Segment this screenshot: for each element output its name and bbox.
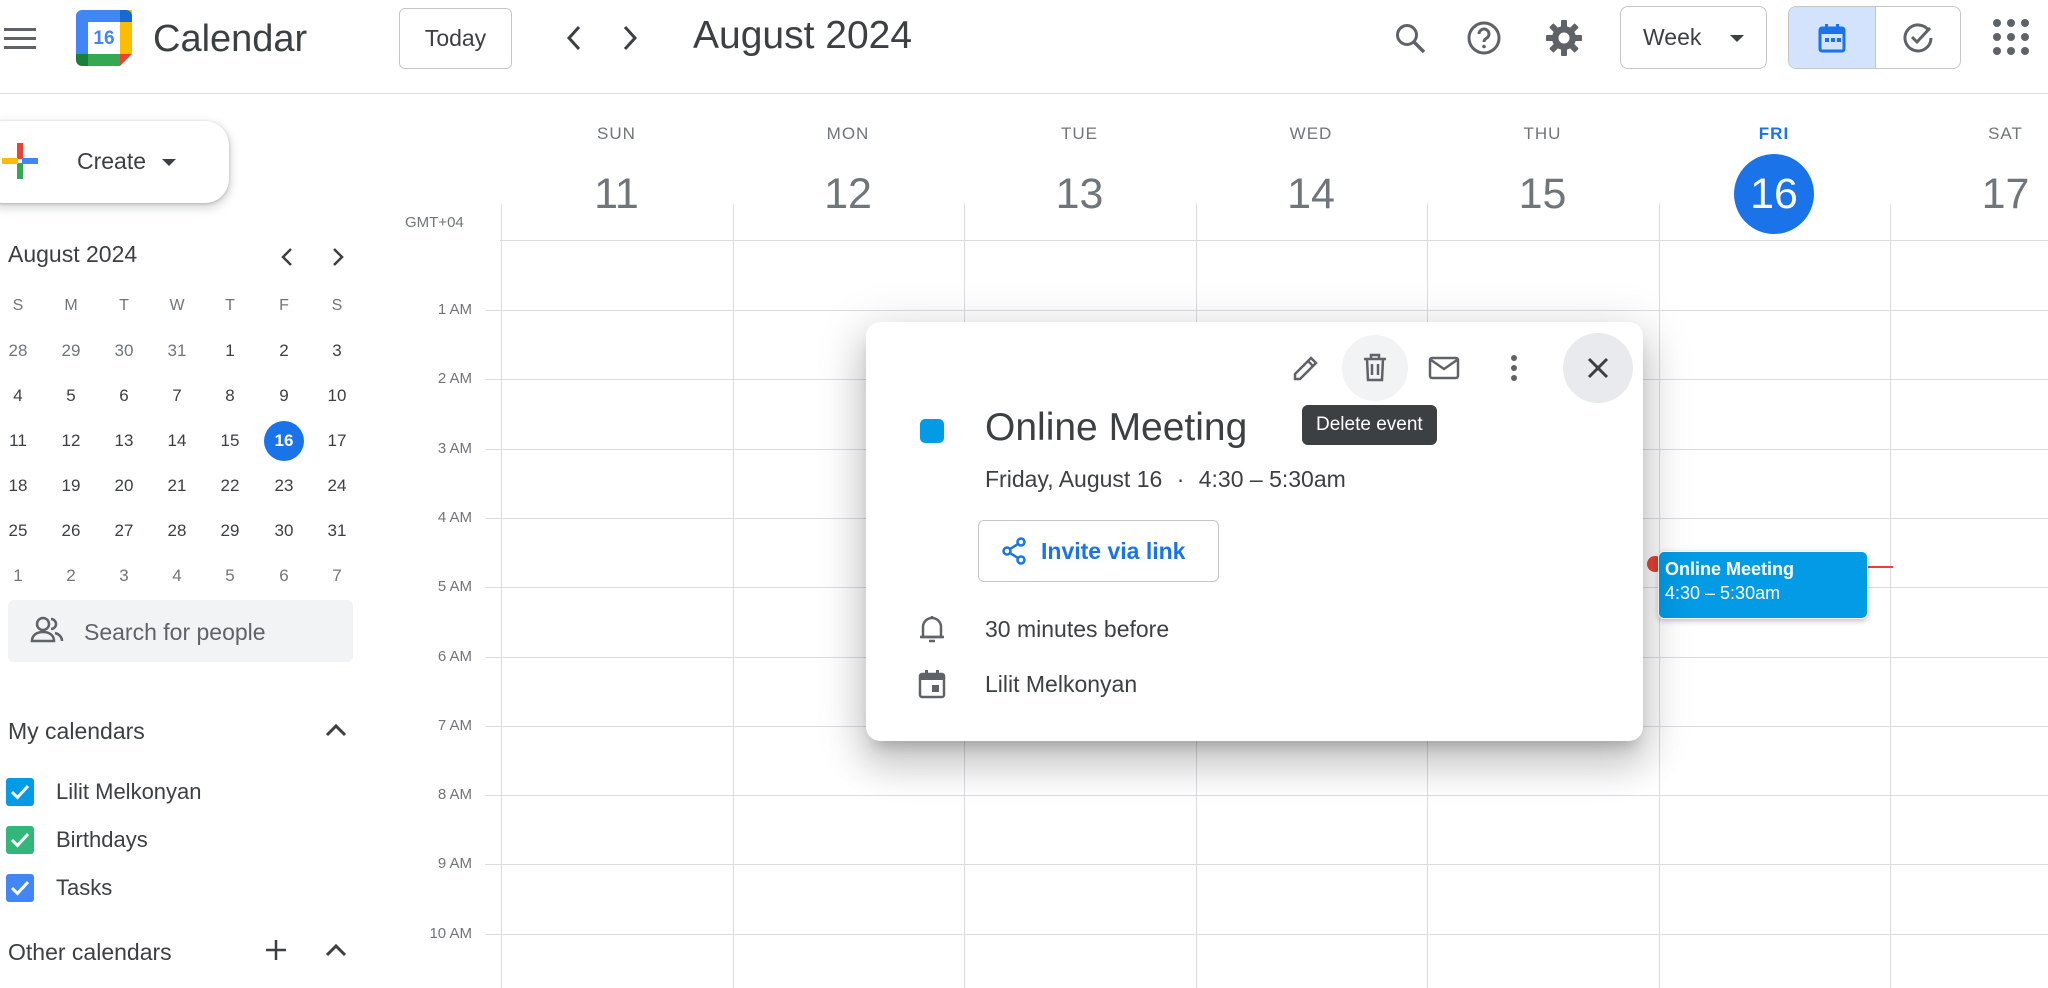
view-switcher bbox=[1788, 6, 1961, 69]
day-number[interactable]: 17 bbox=[1966, 154, 2046, 234]
popup-event-time: 4:30 – 5:30am bbox=[1198, 466, 1346, 492]
day-column-divider bbox=[732, 204, 734, 988]
share-icon bbox=[1001, 537, 1027, 565]
hour-label: 8 AM bbox=[437, 786, 472, 804]
day-number[interactable]: 13 bbox=[1040, 154, 1120, 234]
day-header[interactable]: TUE 13 bbox=[964, 124, 1195, 234]
hour-gridline bbox=[485, 310, 2048, 311]
day-of-week: WED bbox=[1289, 124, 1333, 143]
day-header[interactable]: THU 15 bbox=[1427, 124, 1658, 234]
hour-label: 6 AM bbox=[437, 647, 472, 665]
app-title: Calendar bbox=[153, 18, 308, 60]
invite-via-link-button[interactable]: Invite via link bbox=[978, 520, 1219, 582]
chevron-right-icon[interactable] bbox=[608, 16, 652, 60]
delete-event-icon[interactable] bbox=[1342, 335, 1408, 401]
help-icon[interactable] bbox=[1460, 14, 1508, 62]
popup-separator: · bbox=[1176, 466, 1185, 492]
day-column-divider bbox=[1890, 204, 1891, 988]
edit-event-icon[interactable] bbox=[1273, 335, 1339, 401]
event-online-meeting[interactable]: Online Meeting 4:30 – 5:30am bbox=[1658, 551, 1868, 619]
day-header[interactable]: SAT 17 bbox=[1890, 124, 2048, 234]
day-number-today[interactable]: 16 bbox=[1734, 154, 1814, 234]
day-of-week: FRI bbox=[1758, 124, 1790, 143]
more-options-icon[interactable] bbox=[1481, 335, 1547, 401]
settings-icon[interactable] bbox=[1540, 14, 1588, 62]
day-of-week: SAT bbox=[1988, 124, 2023, 143]
hour-label: 5 AM bbox=[437, 578, 472, 596]
search-icon[interactable] bbox=[1386, 14, 1434, 62]
menu-icon[interactable] bbox=[0, 22, 40, 54]
tasks-view-icon[interactable] bbox=[1874, 7, 1961, 68]
current-period-title: August 2024 bbox=[693, 14, 913, 57]
hour-gridline bbox=[485, 795, 2048, 797]
hour-gridline bbox=[485, 933, 2048, 935]
day-number[interactable]: 15 bbox=[1503, 154, 1583, 234]
top-bar: 16 Calendar Today August 2024 Week bbox=[0, 0, 2048, 94]
hour-label: 9 AM bbox=[437, 855, 472, 873]
apps-grid-icon[interactable] bbox=[1990, 16, 2032, 58]
logo-day-number: 16 bbox=[93, 28, 115, 49]
popup-event-when: Friday, August 16 · 4:30 – 5:30am bbox=[985, 466, 1346, 493]
hour-label: 1 AM bbox=[437, 301, 472, 318]
day-header[interactable]: SUN 11 bbox=[501, 124, 732, 234]
hour-label: 2 AM bbox=[437, 370, 472, 388]
day-of-week: THU bbox=[1523, 124, 1562, 143]
day-column-divider bbox=[501, 204, 502, 988]
hour-label: 7 AM bbox=[437, 716, 472, 734]
hour-label: 3 AM bbox=[437, 439, 472, 457]
day-of-week: MON bbox=[826, 124, 870, 143]
calendar-owner-name: Lilit Melkonyan bbox=[985, 671, 1138, 697]
today-button[interactable]: Today bbox=[399, 8, 512, 69]
calendar-icon bbox=[918, 669, 946, 699]
view-select-label: Week bbox=[1643, 24, 1702, 50]
hour-label: 4 AM bbox=[437, 508, 472, 526]
day-header[interactable]: WED 14 bbox=[1196, 124, 1427, 234]
chevron-left-icon[interactable] bbox=[552, 16, 596, 60]
day-number[interactable]: 11 bbox=[577, 154, 657, 234]
day-number[interactable]: 12 bbox=[808, 154, 888, 234]
timezone-label: GMT+04 bbox=[405, 214, 464, 231]
day-of-week: SUN bbox=[597, 124, 636, 143]
popup-event-title: Online Meeting bbox=[985, 406, 1248, 449]
view-select[interactable]: Week bbox=[1620, 6, 1767, 69]
reminder-row: 30 minutes before bbox=[918, 613, 1169, 645]
email-guests-icon[interactable] bbox=[1411, 335, 1477, 401]
invite-via-link-label: Invite via link bbox=[1041, 537, 1186, 564]
hour-gridline bbox=[485, 864, 2048, 866]
close-icon[interactable] bbox=[1563, 333, 1633, 403]
delete-event-tooltip: Delete event bbox=[1302, 405, 1437, 445]
calendar-view-icon[interactable] bbox=[1789, 7, 1875, 68]
bell-icon bbox=[918, 614, 946, 644]
popup-event-date: Friday, August 16 bbox=[985, 466, 1163, 492]
day-header[interactable]: MON 12 bbox=[733, 124, 964, 234]
day-of-week: TUE bbox=[1061, 124, 1098, 143]
day-header[interactable]: FRI 16 bbox=[1659, 124, 1890, 234]
event-time: 4:30 – 5:30am bbox=[1665, 583, 1781, 603]
hour-label: 10 AM bbox=[429, 924, 472, 942]
calendar-owner-row: Lilit Melkonyan bbox=[918, 668, 1137, 700]
event-details-popup: Delete event Online Meeting Friday, Augu… bbox=[866, 322, 1643, 741]
reminder-text: 30 minutes before bbox=[985, 616, 1170, 642]
day-number[interactable]: 14 bbox=[1271, 154, 1351, 234]
current-time-line bbox=[1868, 566, 1893, 568]
event-title: Online Meeting bbox=[1665, 559, 1795, 579]
event-color-swatch bbox=[920, 419, 944, 443]
caret-down-icon bbox=[1730, 35, 1744, 42]
